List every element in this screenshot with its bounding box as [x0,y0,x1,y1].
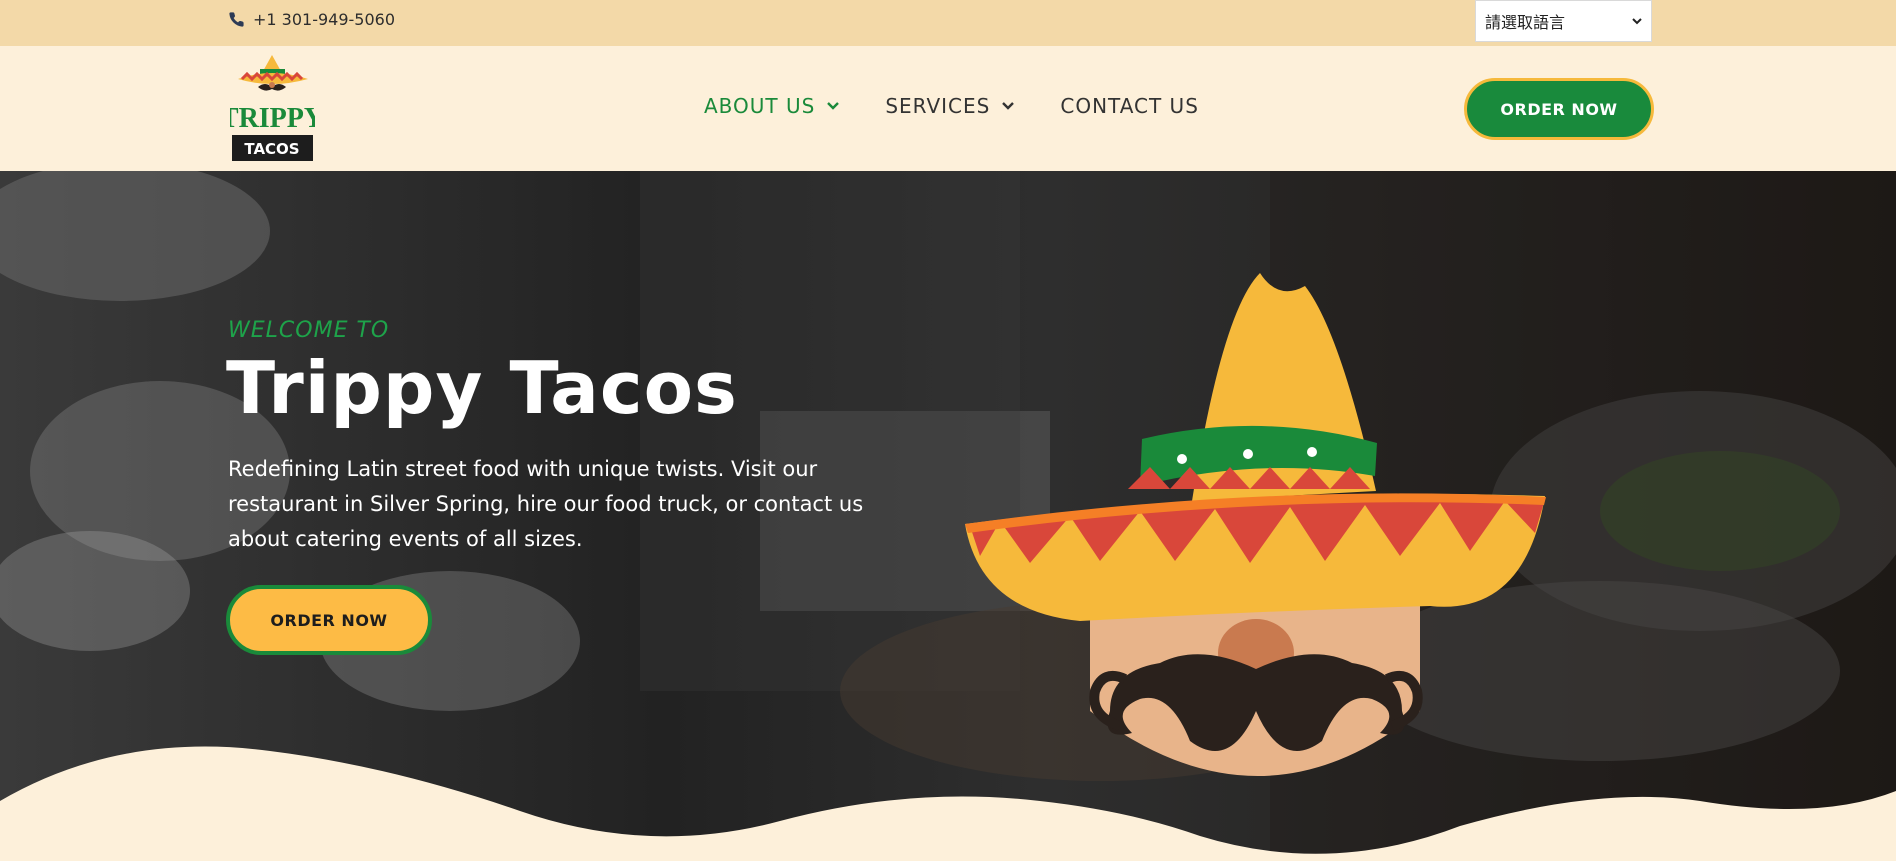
hero-section: WELCOME TO Trippy Tacos Redefining Latin… [0,171,1896,861]
nav-item-label: CONTACT US [1060,94,1199,118]
hero-order-now-button[interactable]: ORDER NOW [226,585,432,655]
chevron-down-icon [1002,102,1015,110]
phone-number: +1 301-949-5060 [253,10,396,29]
hero-description: Redefining Latin street food with unique… [228,457,864,551]
language-select-value: 請選取語言 [1485,13,1566,32]
chevron-down-icon [827,102,840,110]
logo-text-top: TRIPPY [230,103,315,134]
logo-text-bottom: TACOS [244,140,299,158]
main-nav: ABOUT US SERVICES CONTACT US [704,94,1199,118]
nav-item-about-us[interactable]: ABOUT US [704,94,841,118]
nav-item-services[interactable]: SERVICES [885,94,1016,118]
hero-wave-divider [0,746,1896,861]
chevron-down-icon [1632,18,1642,25]
top-bar: +1 301-949-5060 請選取語言 [0,0,1896,46]
order-now-button[interactable]: ORDER NOW [1464,78,1654,140]
trippy-tacos-logo[interactable]: TRIPPY TACOS [230,55,315,163]
phone-link[interactable]: +1 301-949-5060 [228,10,395,29]
nav-item-label: ABOUT US [704,94,816,118]
hero-title: Trippy Tacos [226,346,738,430]
hero-kicker: WELCOME TO [228,318,390,343]
phone-icon [229,12,244,27]
nav-item-contact-us[interactable]: CONTACT US [1060,94,1199,118]
nav-item-label: SERVICES [885,94,991,118]
language-select[interactable]: 請選取語言 [1475,0,1652,42]
